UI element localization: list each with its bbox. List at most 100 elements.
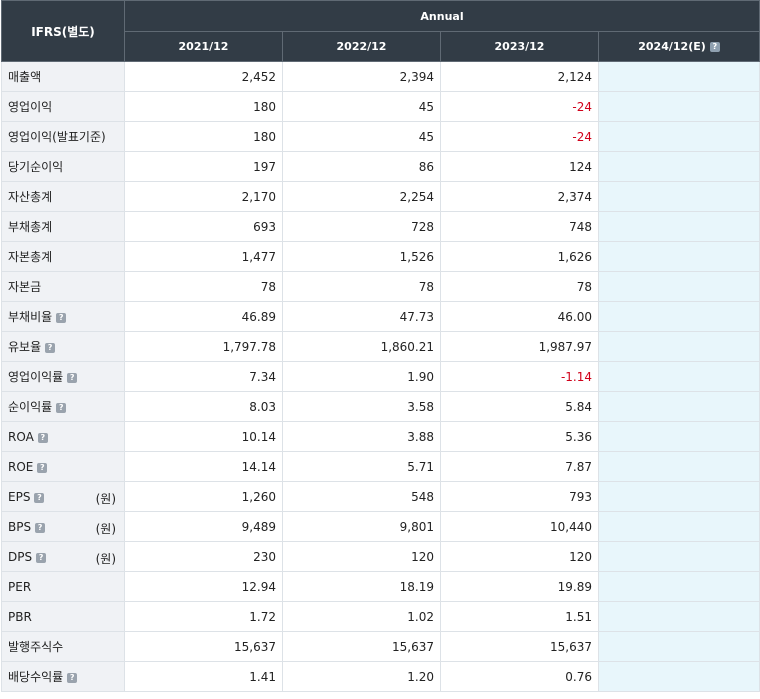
value-cell: 78 bbox=[282, 271, 441, 302]
table-row: PBR 1.72 1.02 1.51 bbox=[1, 601, 760, 632]
table-row: ROA? 10.14 3.88 5.36 bbox=[1, 421, 760, 452]
estimate-cell bbox=[597, 481, 760, 512]
value-cell: 1.02 bbox=[282, 601, 441, 632]
column-header: 2023/12 bbox=[440, 31, 599, 62]
value-cell: 120 bbox=[282, 541, 441, 572]
column-header: 2022/12 bbox=[282, 31, 441, 62]
value-cell: 1.41 bbox=[124, 661, 283, 692]
estimate-cell bbox=[597, 391, 760, 422]
value-cell: 2,124 bbox=[440, 61, 599, 92]
table-row: 영업이익(발표기준) 180 45 -24 bbox=[1, 121, 760, 152]
value-cell: 3.88 bbox=[282, 421, 441, 452]
value-cell: 1,987.97 bbox=[440, 331, 599, 362]
value-cell: 45 bbox=[282, 91, 441, 122]
table-row: 부채비율? 46.89 47.73 46.00 bbox=[1, 301, 760, 332]
row-label: PBR bbox=[8, 609, 32, 624]
value-cell: 78 bbox=[440, 271, 599, 302]
unit-label: (원) bbox=[95, 552, 116, 566]
help-icon[interactable]: ? bbox=[56, 313, 67, 323]
estimate-cell bbox=[597, 271, 760, 302]
column-header-estimate: 2024/12(E)? bbox=[597, 31, 760, 62]
estimate-cell bbox=[597, 361, 760, 392]
row-label-cell: 배당수익률? bbox=[1, 661, 125, 692]
row-label: 영업이익(발표기준) bbox=[8, 130, 106, 144]
row-label: 자본총계 bbox=[8, 250, 53, 264]
column-header-label: 2024/12(E) bbox=[638, 40, 706, 53]
unit-label: (원) bbox=[95, 522, 116, 536]
value-cell: -24 bbox=[440, 121, 599, 152]
row-label-cell: 영업이익률? bbox=[1, 361, 125, 392]
table-corner-label: IFRS(별도) bbox=[1, 0, 125, 62]
row-label-cell: 영업이익 bbox=[1, 91, 125, 122]
value-cell: 180 bbox=[124, 121, 283, 152]
value-cell: 1.51 bbox=[440, 601, 599, 632]
table-row: ROE? 14.14 5.71 7.87 bbox=[1, 451, 760, 482]
help-icon[interactable]: ? bbox=[35, 522, 46, 533]
row-label: 발행주식수 bbox=[8, 640, 64, 654]
value-cell: 5.84 bbox=[440, 391, 599, 422]
table-row: 자산총계 2,170 2,254 2,374 bbox=[1, 181, 760, 212]
row-label-cell: DPS? (원) bbox=[1, 541, 125, 572]
estimate-cell bbox=[597, 151, 760, 182]
row-label: 순이익률 bbox=[8, 400, 53, 414]
table-row: PER 12.94 18.19 19.89 bbox=[1, 571, 760, 602]
estimate-cell bbox=[597, 421, 760, 452]
value-cell: 14.14 bbox=[124, 451, 283, 482]
help-icon[interactable]: ? bbox=[34, 492, 45, 503]
help-icon[interactable]: ? bbox=[37, 462, 48, 473]
table-row: 영업이익 180 45 -24 bbox=[1, 91, 760, 122]
value-cell: 47.73 bbox=[282, 301, 441, 332]
value-cell: 728 bbox=[282, 211, 441, 242]
value-cell: 78 bbox=[124, 271, 283, 302]
value-cell: 7.34 bbox=[124, 361, 283, 392]
estimate-cell bbox=[597, 661, 760, 692]
value-cell: 693 bbox=[124, 211, 283, 242]
row-label-cell: 부채총계 bbox=[1, 211, 125, 242]
table-row: 유보율? 1,797.78 1,860.21 1,987.97 bbox=[1, 331, 760, 362]
estimate-cell bbox=[597, 91, 760, 122]
value-cell: 15,637 bbox=[440, 631, 599, 662]
value-cell: 10.14 bbox=[124, 421, 283, 452]
row-label-cell: 부채비율? bbox=[1, 301, 125, 332]
help-icon[interactable]: ? bbox=[45, 343, 56, 353]
value-cell: 18.19 bbox=[282, 571, 441, 602]
table-row: BPS? (원) 9,489 9,801 10,440 bbox=[1, 511, 760, 542]
row-label-cell: BPS? (원) bbox=[1, 511, 125, 542]
value-cell: 1,260 bbox=[124, 481, 283, 512]
row-label: 자산총계 bbox=[8, 190, 53, 204]
table-row: 발행주식수 15,637 15,637 15,637 bbox=[1, 631, 760, 662]
column-header: 2021/12 bbox=[124, 31, 283, 62]
table-row: 매출액 2,452 2,394 2,124 bbox=[1, 61, 760, 92]
estimate-cell bbox=[597, 331, 760, 362]
value-cell: 230 bbox=[124, 541, 283, 572]
row-label: DPS bbox=[8, 549, 33, 564]
value-cell: 46.00 bbox=[440, 301, 599, 332]
estimate-cell bbox=[597, 631, 760, 662]
value-cell: 1,477 bbox=[124, 241, 283, 272]
value-cell: 0.76 bbox=[440, 661, 599, 692]
help-icon[interactable]: ? bbox=[36, 552, 47, 563]
table-row: 자본총계 1,477 1,526 1,626 bbox=[1, 241, 760, 272]
row-label: 영업이익률 bbox=[8, 370, 64, 384]
value-cell: 2,394 bbox=[282, 61, 441, 92]
value-cell: 2,170 bbox=[124, 181, 283, 212]
row-label-cell: 당기순이익 bbox=[1, 151, 125, 182]
table-row: 자본금 78 78 78 bbox=[1, 271, 760, 302]
value-cell: 19.89 bbox=[440, 571, 599, 602]
value-cell: 8.03 bbox=[124, 391, 283, 422]
help-icon[interactable]: ? bbox=[56, 403, 67, 413]
value-cell: 1,860.21 bbox=[282, 331, 441, 362]
table-row: DPS? (원) 230 120 120 bbox=[1, 541, 760, 572]
help-icon[interactable]: ? bbox=[709, 42, 720, 52]
row-label: BPS bbox=[8, 519, 32, 534]
table-row: 영업이익률? 7.34 1.90 -1.14 bbox=[1, 361, 760, 392]
row-label: 부채총계 bbox=[8, 220, 53, 234]
table-row: 순이익률? 8.03 3.58 5.84 bbox=[1, 391, 760, 422]
help-icon[interactable]: ? bbox=[67, 673, 78, 683]
row-label-cell: 발행주식수 bbox=[1, 631, 125, 662]
estimate-cell bbox=[597, 301, 760, 332]
help-icon[interactable]: ? bbox=[37, 432, 48, 443]
value-cell: 3.58 bbox=[282, 391, 441, 422]
estimate-cell bbox=[597, 571, 760, 602]
help-icon[interactable]: ? bbox=[67, 373, 78, 383]
